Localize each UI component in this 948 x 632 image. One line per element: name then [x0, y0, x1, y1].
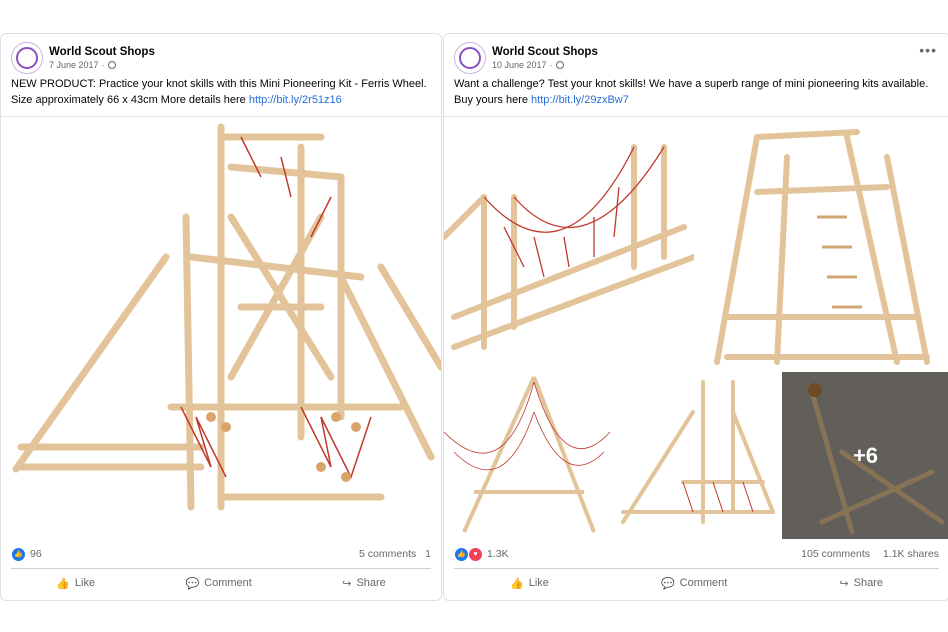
- bridge-kit-image[interactable]: [444, 117, 694, 369]
- post-date[interactable]: 7 June 2017: [49, 60, 99, 70]
- reactions-count[interactable]: 1.3K: [487, 548, 509, 560]
- post-link[interactable]: http://bit.ly/29zxBw7: [531, 94, 629, 106]
- page-name[interactable]: World Scout Shops: [492, 46, 598, 58]
- comment-button[interactable]: 💬 Comment: [651, 574, 737, 593]
- shares-count[interactable]: 1: [425, 548, 431, 560]
- post-link[interactable]: http://bit.ly/2r51z16: [249, 94, 342, 106]
- comment-icon: 💬: [185, 577, 200, 590]
- post-stats: 👍 ♥ 1.3K 105 comments 1.1K shares: [454, 544, 939, 564]
- comment-icon: 💬: [660, 577, 675, 590]
- post-header: World Scout Shops 10 June 2017 ·: [454, 42, 598, 74]
- share-button[interactable]: ↪ Share: [829, 574, 893, 593]
- post-actions: 👍 Like 💬 Comment ↪ Share: [454, 568, 939, 597]
- globe-icon: [555, 61, 564, 69]
- thumbs-up-icon: 👍: [510, 577, 524, 590]
- avatar-logo-icon: [459, 47, 481, 69]
- more-options-icon[interactable]: •••: [919, 42, 937, 58]
- post-image-grid: +6: [444, 116, 948, 539]
- like-button[interactable]: 👍 Like: [46, 574, 105, 593]
- comments-count[interactable]: 5 comments: [359, 548, 416, 560]
- post-header: World Scout Shops 7 June 2017 ·: [11, 42, 155, 74]
- like-reaction-icon: 👍: [11, 546, 26, 562]
- post-text: Want a challenge? Test your knot skills!…: [454, 78, 929, 106]
- comment-button[interactable]: 💬 Comment: [175, 574, 261, 593]
- share-icon: ↪: [342, 577, 352, 590]
- share-icon: ↪: [839, 577, 849, 590]
- like-reaction-icon: 👍: [454, 546, 469, 562]
- post-pioneering-kits: World Scout Shops 10 June 2017 · ••• Want…: [443, 33, 948, 601]
- net-kit-image[interactable]: [444, 372, 610, 539]
- share-button[interactable]: ↪ Share: [332, 574, 396, 593]
- love-reaction-icon: ♥: [468, 546, 483, 562]
- comments-count[interactable]: 105 comments: [801, 548, 870, 560]
- page-avatar[interactable]: [11, 42, 43, 74]
- more-photos-tile[interactable]: +6: [782, 372, 948, 539]
- shares-count[interactable]: 1.1K shares: [883, 548, 939, 560]
- ferris-wheel-thumbnail-image[interactable]: [613, 372, 779, 539]
- reactions-count[interactable]: 96: [30, 548, 42, 560]
- post-stats: 👍 96 5 comments 1: [11, 544, 431, 564]
- like-button[interactable]: 👍 Like: [500, 574, 559, 593]
- post-image[interactable]: [1, 116, 441, 539]
- avatar-logo-icon: [16, 47, 38, 69]
- more-photos-count[interactable]: +6: [782, 372, 948, 539]
- thumbs-up-icon: 👍: [56, 577, 70, 590]
- ferris-wheel-kit-image: [12, 123, 441, 511]
- page-name[interactable]: World Scout Shops: [49, 46, 155, 58]
- post-date[interactable]: 10 June 2017: [492, 60, 547, 70]
- post-ferris-wheel: World Scout Shops 7 June 2017 · NEW PRODU…: [0, 33, 442, 601]
- tower-kit-image[interactable]: [697, 117, 948, 369]
- page-avatar[interactable]: [454, 42, 486, 74]
- post-text: NEW PRODUCT: Practice your knot skills w…: [11, 78, 427, 106]
- globe-icon: [107, 61, 116, 69]
- post-actions: 👍 Like 💬 Comment ↪ Share: [11, 568, 431, 597]
